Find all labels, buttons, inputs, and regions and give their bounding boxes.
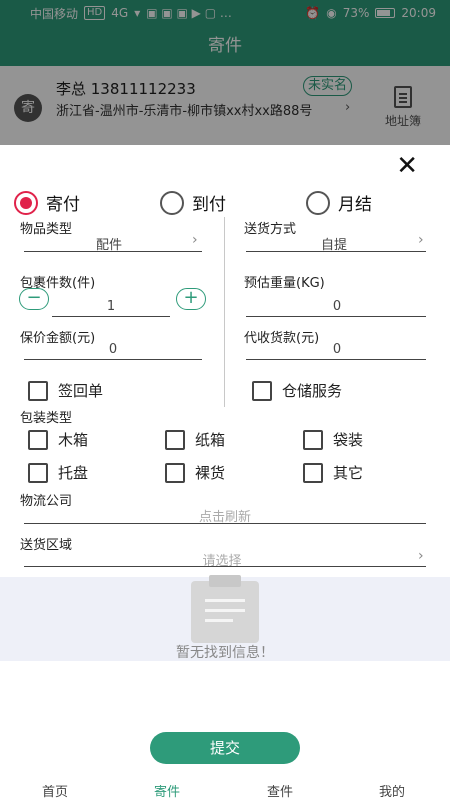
radio-checked-icon — [14, 190, 38, 215]
nav-item-mine[interactable]: 我的 — [379, 785, 405, 800]
checkbox-icon — [28, 380, 48, 401]
packaging-option-other[interactable]: 其它 — [303, 462, 363, 483]
radio-label: 月结 — [338, 195, 372, 215]
close-icon[interactable]: ✕ — [396, 153, 418, 179]
empty-state-text: 暂无找到信息！ — [176, 645, 274, 661]
checkbox-label: 纸箱 — [195, 431, 226, 449]
nav-item-send[interactable]: 寄件 — [154, 785, 180, 800]
package-count-input[interactable]: 1 — [52, 299, 170, 314]
payment-radio-group: 寄付 到付 月结 — [0, 190, 450, 215]
return-receipt-checkbox[interactable]: 签回单 — [28, 380, 103, 401]
radio-monthly[interactable]: 月结 — [306, 190, 372, 215]
modal-overlay[interactable] — [0, 0, 450, 145]
checkbox-icon — [28, 462, 48, 483]
chevron-right-icon: › — [418, 232, 424, 248]
weight-label: 预估重量(KG) — [244, 276, 325, 291]
radio-label: 到付 — [192, 195, 226, 215]
package-count-underline — [52, 316, 170, 317]
logistics-underline — [24, 523, 426, 524]
warehouse-service-checkbox[interactable]: 仓储服务 — [252, 380, 342, 401]
checkbox-label: 仓储服务 — [282, 382, 343, 400]
packaging-option-pallet[interactable]: 托盘 — [28, 462, 88, 483]
delivery-method-underline — [246, 251, 426, 252]
radio-label: 寄付 — [46, 195, 80, 215]
decrement-button[interactable]: − — [19, 288, 49, 310]
checkbox-label: 袋装 — [333, 431, 364, 449]
insured-amount-input[interactable]: 0 — [24, 342, 202, 357]
checkbox-label: 托盘 — [58, 464, 89, 482]
radio-collect[interactable]: 到付 — [160, 190, 226, 215]
checkbox-icon — [303, 462, 323, 483]
packaging-option-carton[interactable]: 纸箱 — [165, 429, 225, 450]
shipping-options-dialog: ✕ 寄付 到付 月结 物品类型 配件 › 送货方式 自提 › 包裹件数(件) −… — [0, 145, 450, 785]
radio-prepaid[interactable]: 寄付 — [14, 190, 80, 215]
chevron-right-icon: › — [418, 548, 424, 564]
checkbox-icon — [28, 429, 48, 450]
packaging-type-label: 包装类型 — [20, 411, 73, 426]
checkbox-label: 木箱 — [58, 431, 89, 449]
delivery-area-underline — [24, 566, 426, 567]
cod-amount-underline — [246, 359, 426, 360]
packaging-option-bag[interactable]: 袋装 — [303, 429, 363, 450]
submit-button[interactable]: 提交 — [150, 732, 300, 764]
packaging-option-wooden-box[interactable]: 木箱 — [28, 429, 88, 450]
radio-unchecked-icon — [306, 190, 330, 215]
weight-underline — [246, 316, 426, 317]
clipboard-icon — [191, 575, 259, 643]
insured-amount-underline — [24, 359, 202, 360]
cod-amount-input[interactable]: 0 — [248, 342, 426, 357]
weight-input[interactable]: 0 — [248, 299, 426, 314]
checkbox-icon — [165, 429, 185, 450]
item-type-underline — [24, 251, 202, 252]
nav-item-home[interactable]: 首页 — [42, 785, 68, 800]
checkbox-icon — [252, 380, 272, 401]
column-divider — [224, 217, 225, 407]
nav-item-track[interactable]: 查件 — [267, 785, 293, 800]
checkbox-label: 签回单 — [58, 382, 104, 400]
radio-unchecked-icon — [160, 190, 184, 215]
bottom-nav: 首页 寄件 查件 我的 — [0, 785, 450, 800]
checkbox-label: 裸货 — [195, 464, 226, 482]
checkbox-icon — [303, 429, 323, 450]
increment-button[interactable]: + — [176, 288, 206, 310]
checkbox-icon — [165, 462, 185, 483]
chevron-right-icon: › — [192, 232, 198, 248]
packaging-option-bare[interactable]: 裸货 — [165, 462, 225, 483]
checkbox-label: 其它 — [333, 464, 364, 482]
